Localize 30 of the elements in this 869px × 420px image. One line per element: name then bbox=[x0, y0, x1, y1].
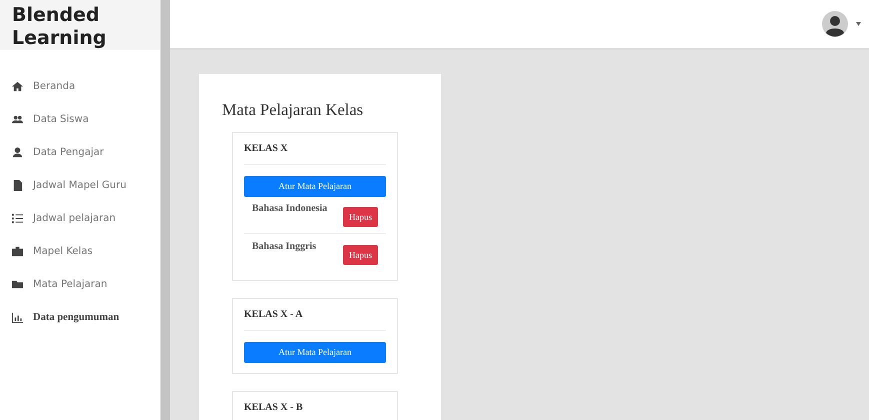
subject-name: Bahasa Inggris bbox=[252, 240, 316, 254]
sidebar-item[interactable]: Data pengumuman bbox=[0, 301, 160, 334]
sidebar-item[interactable]: Jadwal pelajaran bbox=[0, 202, 160, 235]
scrollbar[interactable] bbox=[160, 0, 170, 420]
class-title: KELAS X bbox=[244, 142, 386, 165]
set-subjects-button[interactable]: Atur Mata Pelajaran bbox=[244, 176, 386, 197]
delete-button[interactable]: Hapus bbox=[343, 207, 378, 227]
class-title: KELAS X - A bbox=[244, 308, 386, 331]
sidebar-item[interactable]: Jadwal Mapel Guru bbox=[0, 169, 160, 202]
class-title: KELAS X - B bbox=[244, 401, 386, 420]
briefcase-icon bbox=[12, 246, 23, 257]
brand-title: Blended Learning bbox=[0, 0, 160, 50]
folder-icon bbox=[12, 279, 23, 290]
caret-icon[interactable] bbox=[856, 22, 861, 26]
home-icon bbox=[12, 81, 23, 92]
chart-icon bbox=[12, 312, 23, 323]
sidebar-item[interactable]: Mapel Kelas bbox=[0, 235, 160, 268]
delete-button[interactable]: Hapus bbox=[343, 245, 378, 265]
users-icon bbox=[12, 114, 23, 125]
page-title: Mata Pelajaran Kelas bbox=[222, 100, 364, 120]
list-icon bbox=[12, 213, 23, 224]
avatar-icon[interactable] bbox=[822, 11, 848, 37]
subject-name: Bahasa Indonesia bbox=[252, 202, 328, 216]
sidebar-item[interactable]: Mata Pelajaran bbox=[0, 268, 160, 301]
sidebar-item[interactable]: Data Pengajar bbox=[0, 136, 160, 169]
file-icon bbox=[12, 180, 23, 191]
set-subjects-button[interactable]: Atur Mata Pelajaran bbox=[244, 342, 386, 363]
user-icon bbox=[12, 147, 23, 158]
sidebar-item[interactable]: Data Siswa bbox=[0, 103, 160, 136]
sidebar-item[interactable]: Beranda bbox=[0, 70, 160, 103]
